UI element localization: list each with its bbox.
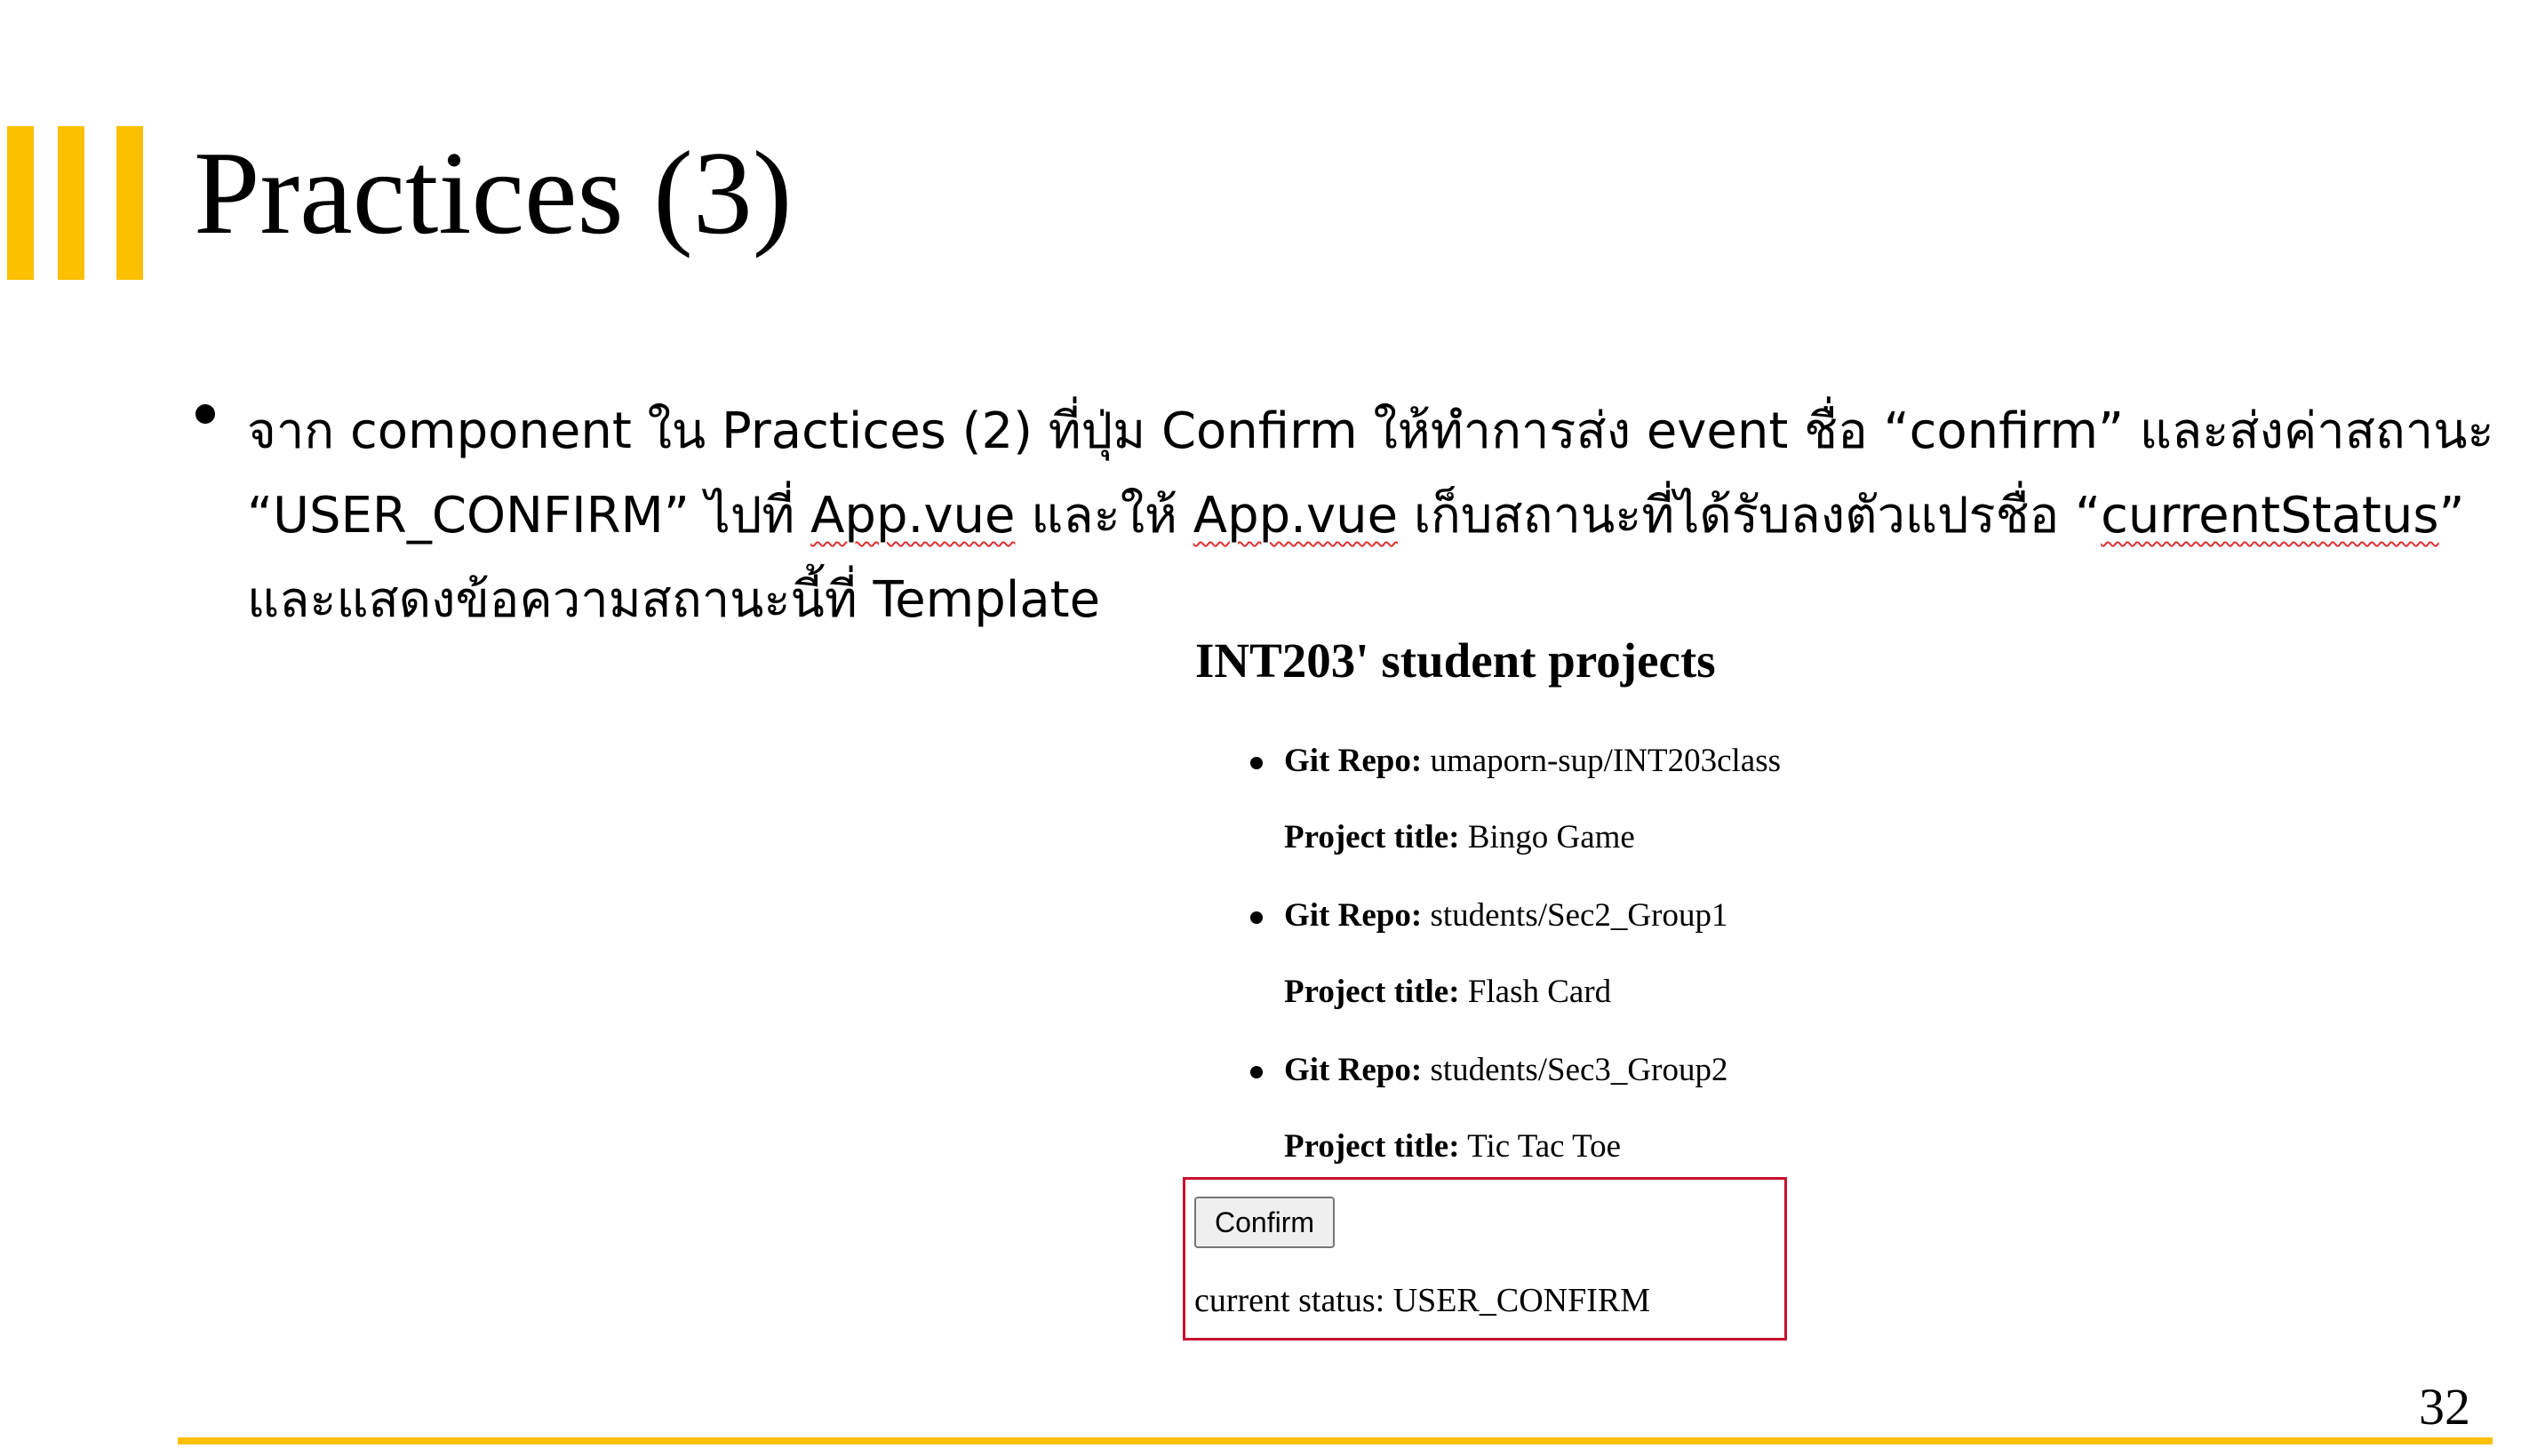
page-number: 32 [2419, 1378, 2470, 1436]
current-status-text: current status: USER_CONFIRM [1194, 1282, 1651, 1319]
instruction-line-2: “USER_CONFIRM” ไปที่ App.vue และให้ App.… [247, 487, 2465, 545]
list-bullet-icon [1250, 911, 1263, 924]
project-title-line: Project title: Flash Card [1284, 974, 1612, 1010]
title-accent-bar [116, 126, 143, 280]
bullet-icon [195, 404, 215, 424]
list-bullet-icon [1250, 1066, 1263, 1078]
instruction-line-1: จาก component ใน Practices (2) ที่ปุ่ม C… [247, 402, 2494, 460]
project-title-line: Project title: Tic Tac Toe [1284, 1128, 1622, 1165]
project-title-value: Flash Card [1467, 974, 1612, 1010]
git-repo-line: Git Repo: umaporn-sup/INT203class [1284, 743, 1782, 779]
title-accent-bar [7, 126, 34, 280]
confirm-button[interactable]: Confirm [1194, 1197, 1335, 1248]
slide-title: Practices (3) [194, 127, 793, 259]
project-title-line: Project title: Bingo Game [1284, 819, 1635, 855]
title-accent-bar [58, 126, 84, 280]
git-repo-value: umaporn-sup/INT203class [1430, 743, 1782, 779]
git-repo-value: students/Sec3_Group2 [1430, 1052, 1728, 1088]
project-title-value: Tic Tac Toe [1467, 1128, 1622, 1165]
list-bullet-icon [1250, 757, 1263, 769]
project-title-value: Bingo Game [1467, 819, 1635, 855]
confirm-highlight-box: Confirm current status: USER_CONFIRM [1183, 1177, 1787, 1341]
git-repo-line: Git Repo: students/Sec2_Group1 [1284, 897, 1728, 934]
instruction-text: จาก component ใน Practices (2) ที่ปุ่ม C… [247, 389, 2494, 642]
instruction-line-3: และแสดงข้อความสถานะนี้ที่ Template [247, 571, 1101, 629]
spellcheck-word: App.vue [810, 487, 1016, 545]
status-value: USER_CONFIRM [1392, 1282, 1651, 1319]
git-repo-value: students/Sec2_Group1 [1430, 897, 1728, 934]
footer-divider [178, 1437, 2493, 1444]
app-heading: INT203' student projects [1195, 633, 1716, 688]
git-repo-line: Git Repo: students/Sec3_Group2 [1284, 1052, 1728, 1088]
spellcheck-word: App.vue [1193, 487, 1399, 545]
spellcheck-word: currentStatus [2101, 487, 2439, 545]
